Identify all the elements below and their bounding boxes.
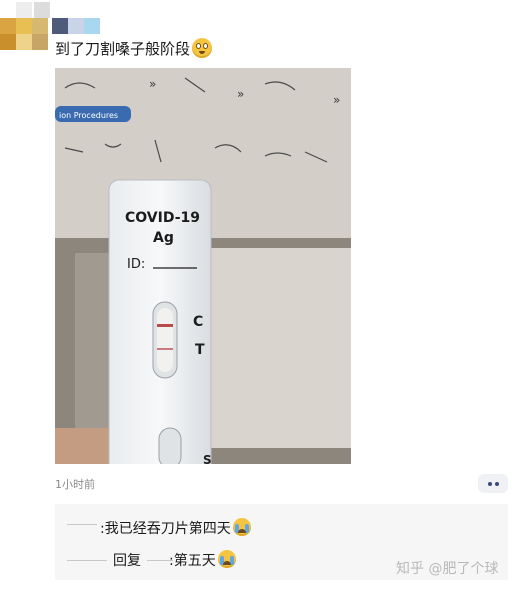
svg-text:»: » <box>333 93 340 107</box>
box-banner-text: ion Procedures <box>59 111 118 120</box>
post-photo[interactable]: ion Procedures » » » COVID-19 Ag ID: C T S <box>55 68 351 464</box>
redacted-username <box>67 524 97 525</box>
flushed-face-emoji <box>192 38 213 58</box>
marker-c: C <box>193 314 203 330</box>
post-text: 到了刀割嗓子般阶段 <box>55 38 213 60</box>
marker-t: T <box>195 342 205 358</box>
test-label-line2: Ag <box>153 230 174 246</box>
test-line <box>157 348 173 350</box>
more-dots-icon <box>488 482 492 486</box>
test-photo-illustration: ion Procedures » » » COVID-19 Ag ID: C T S <box>55 68 351 464</box>
reply-item[interactable]: 回复 :第五天 <box>113 550 236 571</box>
more-options-button[interactable] <box>478 474 508 493</box>
reply-text: :我已经吞刀片第四天 <box>100 521 231 537</box>
reply-text: :第五天 <box>169 553 216 569</box>
control-line <box>157 324 173 327</box>
reply-item[interactable]: :我已经吞刀片第四天 <box>100 518 251 539</box>
test-label-id: ID: <box>127 257 145 272</box>
post-text-content: 到了刀割嗓子般阶段 <box>55 40 191 58</box>
crying-face-emoji <box>217 550 236 568</box>
post-time: 1小时前 <box>55 478 95 491</box>
redacted-username <box>67 560 107 561</box>
reply-label: 回复 <box>113 553 141 569</box>
svg-text:»: » <box>237 87 244 101</box>
marker-s: S <box>203 453 212 464</box>
watermark: 知乎 @肥了个球 <box>396 561 499 577</box>
test-label-line1: COVID-19 <box>125 210 200 226</box>
crying-face-emoji <box>232 518 251 536</box>
svg-text:»: » <box>149 77 156 91</box>
